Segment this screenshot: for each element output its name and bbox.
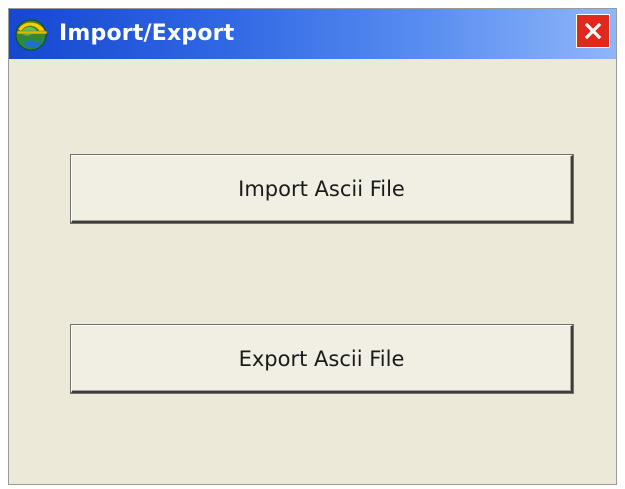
close-icon (584, 22, 602, 40)
close-button[interactable] (576, 14, 610, 48)
window-title: Import/Export (59, 21, 235, 46)
import-export-window: Import/Export Import Ascii File Export A… (8, 8, 617, 485)
import-button-label: Import Ascii File (238, 176, 405, 201)
title-bar: Import/Export (9, 9, 616, 59)
export-ascii-file-button[interactable]: Export Ascii File (71, 325, 573, 393)
export-button-label: Export Ascii File (238, 346, 405, 371)
import-ascii-file-button[interactable]: Import Ascii File (71, 155, 573, 223)
app-logo-icon (14, 18, 48, 52)
